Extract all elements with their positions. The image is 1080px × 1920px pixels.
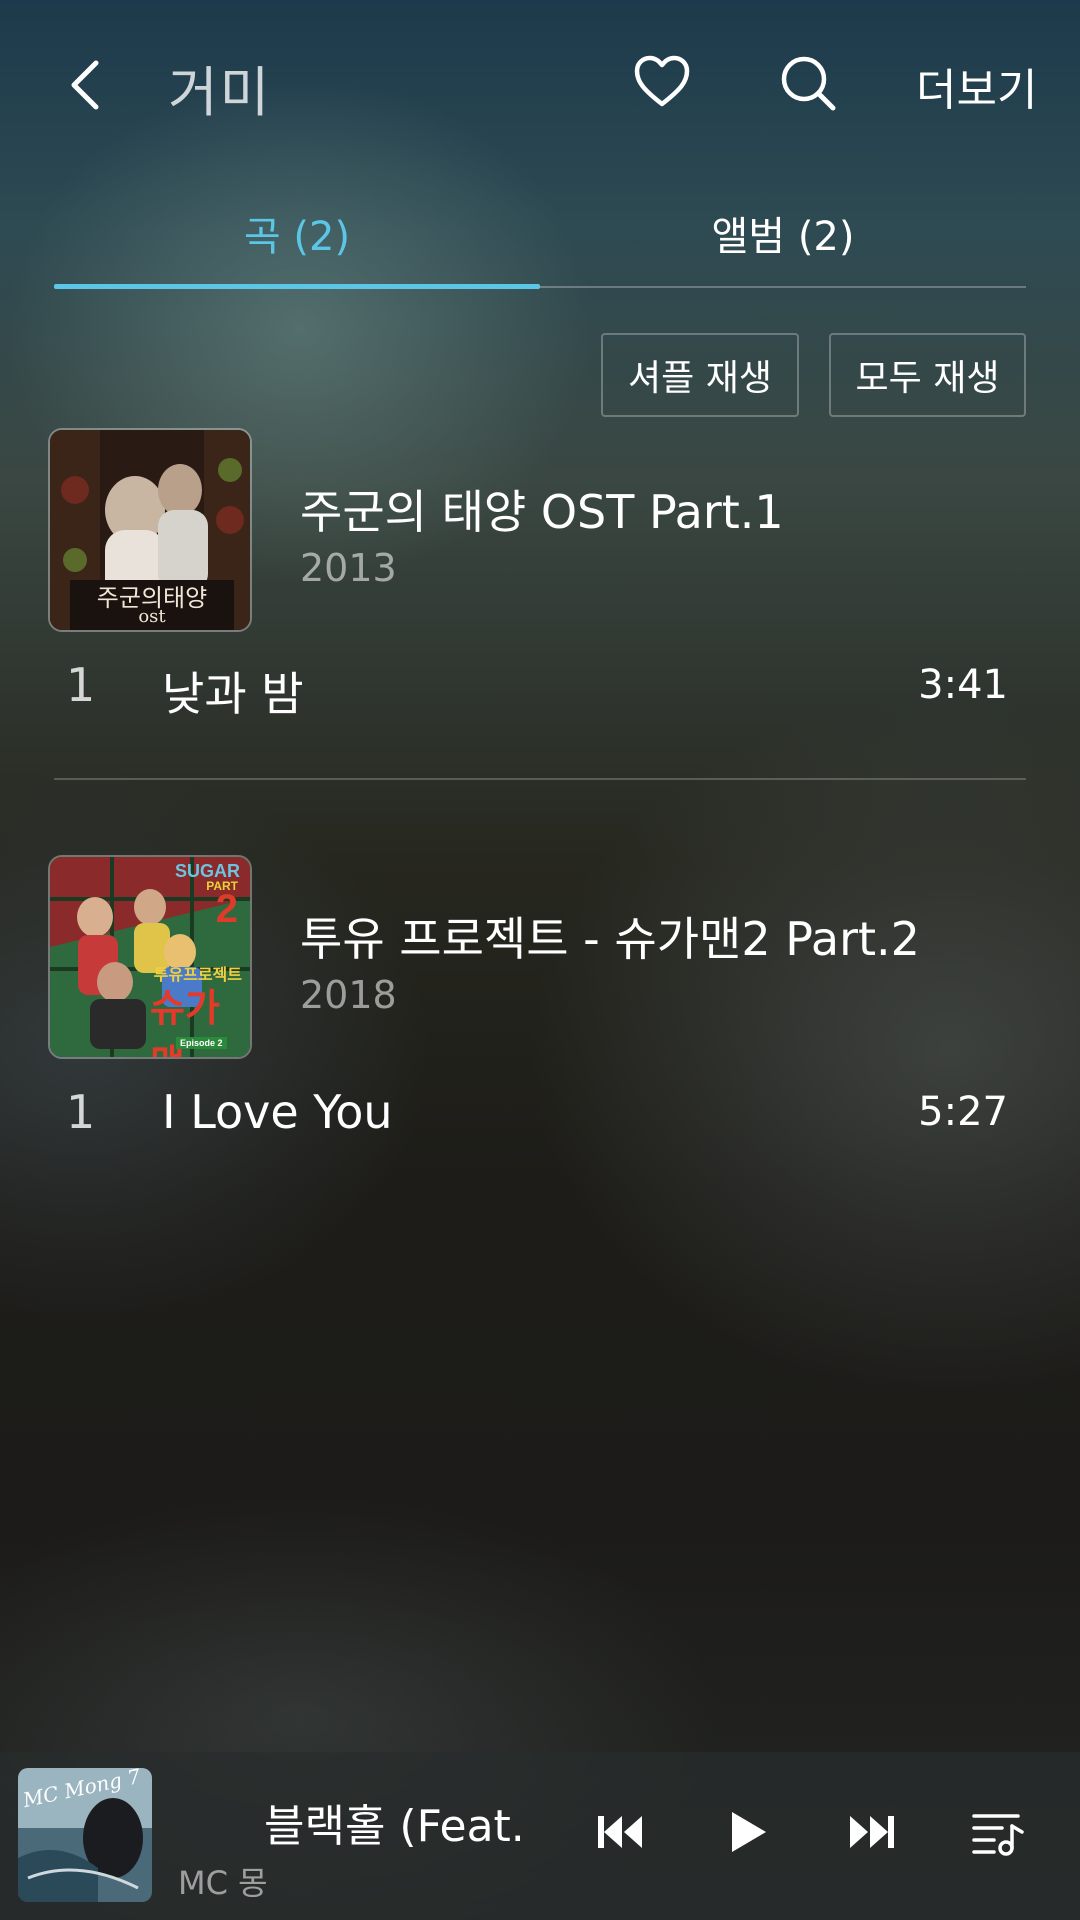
next-button[interactable] [832,1792,912,1872]
favorite-button[interactable] [632,52,692,112]
album-cover[interactable]: SUGAR PART 2 투유프로젝트 슈가맨 Episode 2 [48,855,252,1059]
play-button[interactable] [708,1792,788,1872]
play-icon [732,1812,766,1852]
album-cover-episode: Episode 2 [176,1037,227,1049]
search-icon [781,56,836,111]
search-button[interactable] [777,52,839,114]
playlist-icon [972,1814,1024,1856]
tab-albums[interactable]: 앨범 (2) [540,204,1026,262]
skip-next-icon [850,1816,894,1848]
playlist-button[interactable] [958,1792,1038,1872]
more-button[interactable]: 더보기 [916,54,1037,118]
album-cover[interactable]: 주군의태양 ost [48,428,252,632]
now-playing-cover[interactable]: MC Mong 7 [18,1768,152,1902]
album-cover-number: 2 [215,887,238,931]
tab-bar: 곡 (2) 앨범 (2) [54,190,1026,289]
track-row[interactable]: 1 I Love You 5:27 [0,1085,1080,1175]
tab-indicator [54,284,540,289]
skip-previous-icon [598,1816,642,1848]
album-year: 2013 [300,546,397,590]
page-title: 거미 [168,61,272,124]
track-number: 1 [66,1085,96,1139]
mini-player[interactable]: MC Mong 7 블랙홀 (Feat. ( MC 몽 [0,1752,1080,1920]
back-button[interactable] [56,50,116,120]
shuffle-play-button[interactable]: 셔플 재생 [601,333,799,417]
tab-songs[interactable]: 곡 (2) [54,204,540,262]
track-title: 낮과 밤 [162,667,304,721]
divider [54,778,1026,780]
now-playing-artist: MC 몽 [178,1864,268,1902]
heart-icon [634,55,690,107]
track-row[interactable]: 1 낮과 밤 3:41 [0,658,1080,748]
album-year: 2018 [300,973,397,1017]
album-title[interactable]: 투유 프로젝트 - 슈가맨2 Part.2 [300,903,920,969]
track-title: I Love You [162,1085,393,1139]
chevron-left-icon [71,60,99,110]
track-number: 1 [66,658,96,712]
top-bar: 거미 더보기 [0,0,1080,170]
track-duration: 5:27 [918,1089,1008,1135]
play-all-button[interactable]: 모두 재생 [829,333,1026,417]
now-playing-title: 블랙홀 (Feat. ( [264,1801,529,1852]
previous-button[interactable] [580,1792,660,1872]
track-duration: 3:41 [918,662,1008,708]
album-title[interactable]: 주군의 태양 OST Part.1 [300,476,784,542]
album-cover-subtext: ost [138,606,166,627]
